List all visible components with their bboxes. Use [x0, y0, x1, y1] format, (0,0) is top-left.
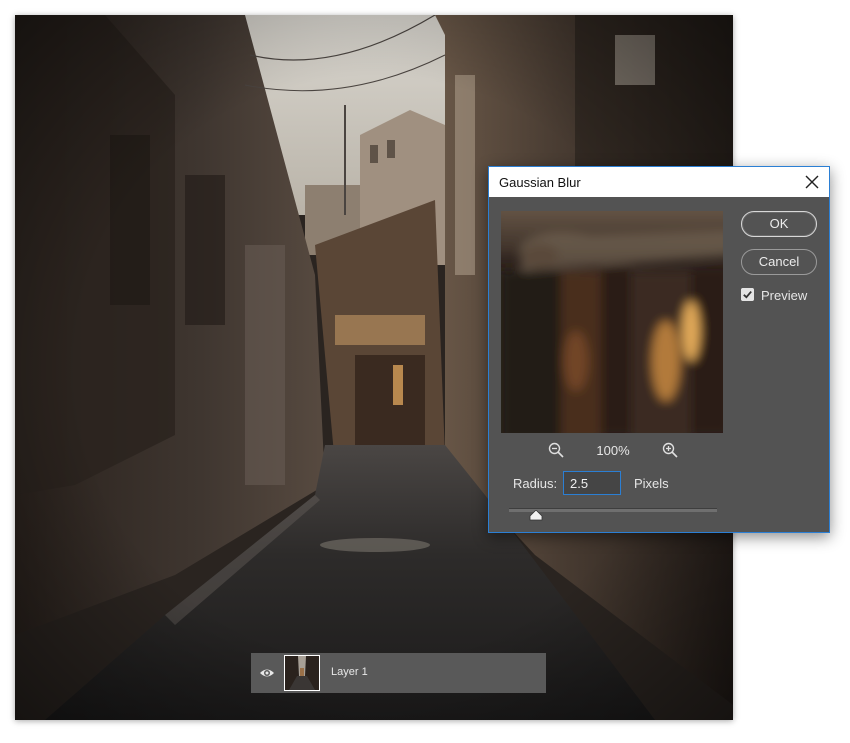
preview-checkbox[interactable] [741, 288, 754, 301]
layer-name[interactable]: Layer 1 [331, 666, 368, 678]
eye-icon[interactable] [259, 665, 275, 681]
filter-preview[interactable] [501, 211, 723, 433]
ok-button[interactable]: OK [741, 211, 817, 237]
radius-input[interactable] [563, 471, 621, 495]
zoom-controls: 100% [501, 441, 723, 461]
zoom-level: 100% [596, 443, 630, 458]
layer-thumbnail[interactable] [284, 655, 320, 691]
cancel-button[interactable]: Cancel [741, 249, 817, 275]
dialog-title: Gaussian Blur [499, 175, 581, 190]
layers-panel-row[interactable]: Layer 1 [251, 653, 546, 693]
close-icon[interactable] [801, 171, 823, 193]
blurred-preview-image [501, 211, 723, 433]
dialog-title-bar[interactable]: Gaussian Blur [489, 167, 829, 197]
radius-label: Radius: [513, 476, 558, 491]
radius-units: Pixels [634, 476, 669, 491]
zoom-out-icon[interactable] [547, 441, 565, 459]
gaussian-blur-dialog: Gaussian Blur 100% Radius: 2.5 Pixels OK… [488, 166, 830, 533]
preview-label[interactable]: Preview [761, 288, 807, 303]
radius-slider[interactable] [509, 505, 717, 521]
radius-slider-thumb[interactable] [529, 510, 543, 521]
zoom-in-icon[interactable] [661, 441, 679, 459]
layer-thumbnail-image [285, 656, 319, 690]
